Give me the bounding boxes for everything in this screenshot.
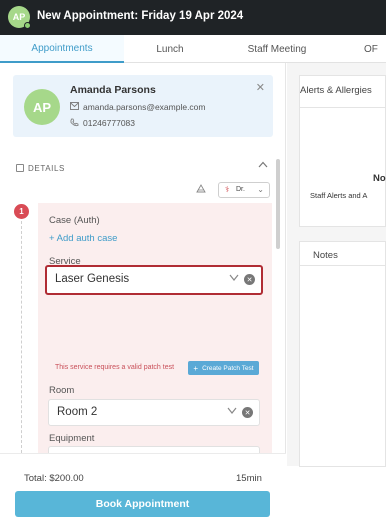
- alerts-empty-title: No: [373, 173, 386, 184]
- room-label: Room: [49, 385, 75, 396]
- room-select[interactable]: Room 2 ✕: [48, 399, 260, 426]
- tab-staff-meeting[interactable]: Staff Meeting: [216, 35, 338, 63]
- plus-icon: +: [193, 363, 199, 373]
- patient-card: AP Amanda Parsons amanda.parsons@example…: [13, 75, 273, 137]
- chevron-down-icon: [229, 272, 239, 284]
- alerts-empty-subtitle: Staff Alerts and A: [310, 191, 368, 200]
- close-icon[interactable]: ✕: [256, 81, 265, 94]
- service-warning: This service requires a valid patch test: [55, 364, 175, 371]
- footer: Total: $200.00 15min Book Appointment: [0, 453, 286, 529]
- equipment-label: Equipment: [49, 433, 95, 444]
- patient-email[interactable]: amanda.parsons@example.com: [83, 102, 206, 112]
- chevron-up-icon[interactable]: [258, 159, 268, 171]
- create-patch-test-label: Create Patch Test: [202, 364, 254, 372]
- tab-lunch[interactable]: Lunch: [124, 35, 216, 63]
- create-patch-test-button[interactable]: + Create Patch Test: [188, 361, 259, 375]
- divider: [299, 265, 386, 266]
- book-appointment-button[interactable]: Book Appointment: [15, 491, 270, 517]
- appointment-form: AP Amanda Parsons amanda.parsons@example…: [0, 63, 286, 529]
- room-value: Room 2: [57, 406, 98, 418]
- patient-phone[interactable]: 01246777083: [83, 118, 135, 128]
- page-title: New Appointment: Friday 19 Apr 2024: [37, 10, 244, 22]
- service-panel: Case (Auth) + Add auth case Service Lase…: [38, 203, 272, 458]
- details-heading: DETAILS: [28, 164, 65, 173]
- notes-card: [299, 241, 386, 467]
- chevron-down-icon: ⌄: [257, 185, 264, 194]
- avatar-initials: AP: [12, 12, 26, 22]
- service-value: Laser Genesis: [55, 273, 130, 285]
- details-header[interactable]: DETAILS: [16, 164, 65, 173]
- clear-icon[interactable]: ✕: [244, 274, 255, 285]
- envelope-icon: [70, 102, 79, 111]
- add-auth-case-link[interactable]: + Add auth case: [49, 233, 117, 244]
- alerts-card: [299, 75, 386, 227]
- notes-title: Notes: [313, 250, 338, 261]
- tab-bar: Appointments Lunch Staff Meeting OF: [0, 35, 386, 63]
- patient-avatar: AP: [24, 89, 60, 125]
- tab-appointments[interactable]: Appointments: [0, 35, 124, 63]
- phone-icon: [70, 118, 79, 127]
- patient-name: Amanda Parsons: [70, 84, 156, 96]
- chevron-down-icon: [227, 405, 237, 417]
- online-status-icon: [24, 22, 31, 29]
- staff-icon[interactable]: [196, 184, 206, 195]
- staff-select[interactable]: ⚕ Dr. ⌄: [218, 182, 270, 198]
- scrollbar[interactable]: [276, 159, 280, 249]
- divider: [299, 107, 386, 108]
- duration: 15min: [236, 473, 262, 484]
- service-select[interactable]: Laser Genesis ✕: [45, 265, 263, 295]
- total-price: Total: $200.00: [24, 473, 84, 484]
- case-label: Case (Auth): [49, 215, 100, 226]
- calendar-icon: [16, 164, 24, 172]
- staff-select-value: Dr.: [236, 186, 245, 193]
- step-badge: 1: [14, 204, 29, 219]
- timeline-line: [21, 221, 22, 453]
- clear-icon[interactable]: ✕: [242, 407, 253, 418]
- alerts-title: Alerts & Allergies: [300, 85, 372, 96]
- side-panel: Alerts & Allergies No Staff Alerts and A…: [287, 63, 386, 467]
- tab-of[interactable]: OF: [364, 35, 386, 63]
- title-bar: AP New Appointment: Friday 19 Apr 2024: [0, 0, 386, 35]
- avatar: AP: [8, 6, 31, 29]
- person-icon: ⚕: [225, 185, 230, 194]
